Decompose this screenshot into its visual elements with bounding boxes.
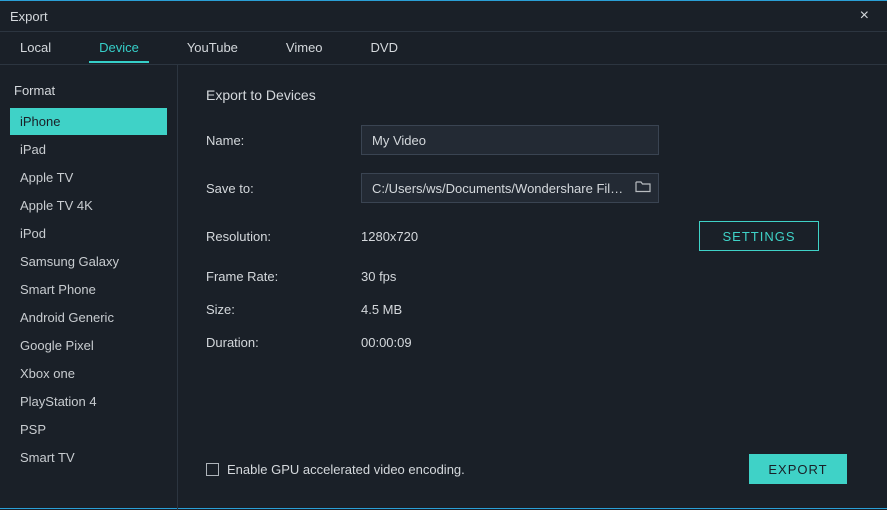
name-label: Name:: [206, 133, 361, 148]
tab-local[interactable]: Local: [10, 33, 61, 63]
format-item-ps4[interactable]: PlayStation 4: [10, 388, 167, 415]
gpu-checkbox-label: Enable GPU accelerated video encoding.: [227, 462, 465, 477]
save-path-input[interactable]: [361, 173, 659, 203]
folder-icon[interactable]: [635, 180, 651, 196]
titlebar: Export ×: [0, 1, 887, 31]
format-item-appletv[interactable]: Apple TV: [10, 164, 167, 191]
field-framerate: Frame Rate: 30 fps: [206, 269, 859, 284]
format-list: iPhone iPad Apple TV Apple TV 4K iPod Sa…: [8, 108, 169, 471]
window-title: Export: [10, 9, 48, 24]
gpu-checkbox[interactable]: Enable GPU accelerated video encoding.: [206, 462, 465, 477]
tabs-bar: Local Device YouTube Vimeo DVD: [0, 31, 887, 65]
main-heading: Export to Devices: [206, 87, 859, 103]
format-item-samsung[interactable]: Samsung Galaxy: [10, 248, 167, 275]
sidebar-title: Format: [14, 83, 163, 98]
format-item-pixel[interactable]: Google Pixel: [10, 332, 167, 359]
format-item-ipad[interactable]: iPad: [10, 136, 167, 163]
format-item-xbox[interactable]: Xbox one: [10, 360, 167, 387]
size-label: Size:: [206, 302, 361, 317]
content-body: Format iPhone iPad Apple TV Apple TV 4K …: [0, 65, 887, 510]
tab-vimeo[interactable]: Vimeo: [276, 33, 333, 63]
settings-button[interactable]: SETTINGS: [699, 221, 819, 251]
format-item-android[interactable]: Android Generic: [10, 304, 167, 331]
format-item-smartphone[interactable]: Smart Phone: [10, 276, 167, 303]
save-label: Save to:: [206, 181, 361, 196]
export-button[interactable]: EXPORT: [749, 454, 847, 484]
framerate-value: 30 fps: [361, 269, 396, 284]
field-duration: Duration: 00:00:09: [206, 335, 859, 350]
resolution-label: Resolution:: [206, 229, 361, 244]
size-value: 4.5 MB: [361, 302, 402, 317]
close-button[interactable]: ×: [852, 4, 877, 28]
checkbox-box-icon: [206, 463, 219, 476]
duration-value: 00:00:09: [361, 335, 412, 350]
tab-dvd[interactable]: DVD: [361, 33, 408, 63]
field-name: Name:: [206, 125, 859, 155]
sidebar: Format iPhone iPad Apple TV Apple TV 4K …: [0, 65, 178, 510]
framerate-label: Frame Rate:: [206, 269, 361, 284]
format-item-appletv4k[interactable]: Apple TV 4K: [10, 192, 167, 219]
format-item-smarttv[interactable]: Smart TV: [10, 444, 167, 471]
format-item-psp[interactable]: PSP: [10, 416, 167, 443]
tab-device[interactable]: Device: [89, 33, 149, 63]
format-item-iphone[interactable]: iPhone: [10, 108, 167, 135]
name-input[interactable]: [361, 125, 659, 155]
field-size: Size: 4.5 MB: [206, 302, 859, 317]
resolution-value: 1280x720: [361, 229, 418, 244]
tab-youtube[interactable]: YouTube: [177, 33, 248, 63]
duration-label: Duration:: [206, 335, 361, 350]
footer-row: Enable GPU accelerated video encoding. E…: [206, 454, 859, 484]
format-item-ipod[interactable]: iPod: [10, 220, 167, 247]
field-resolution: Resolution: 1280x720 SETTINGS: [206, 221, 859, 251]
main-panel: Export to Devices Name: Save to: Resolut…: [178, 65, 887, 510]
field-save-to: Save to:: [206, 173, 859, 203]
